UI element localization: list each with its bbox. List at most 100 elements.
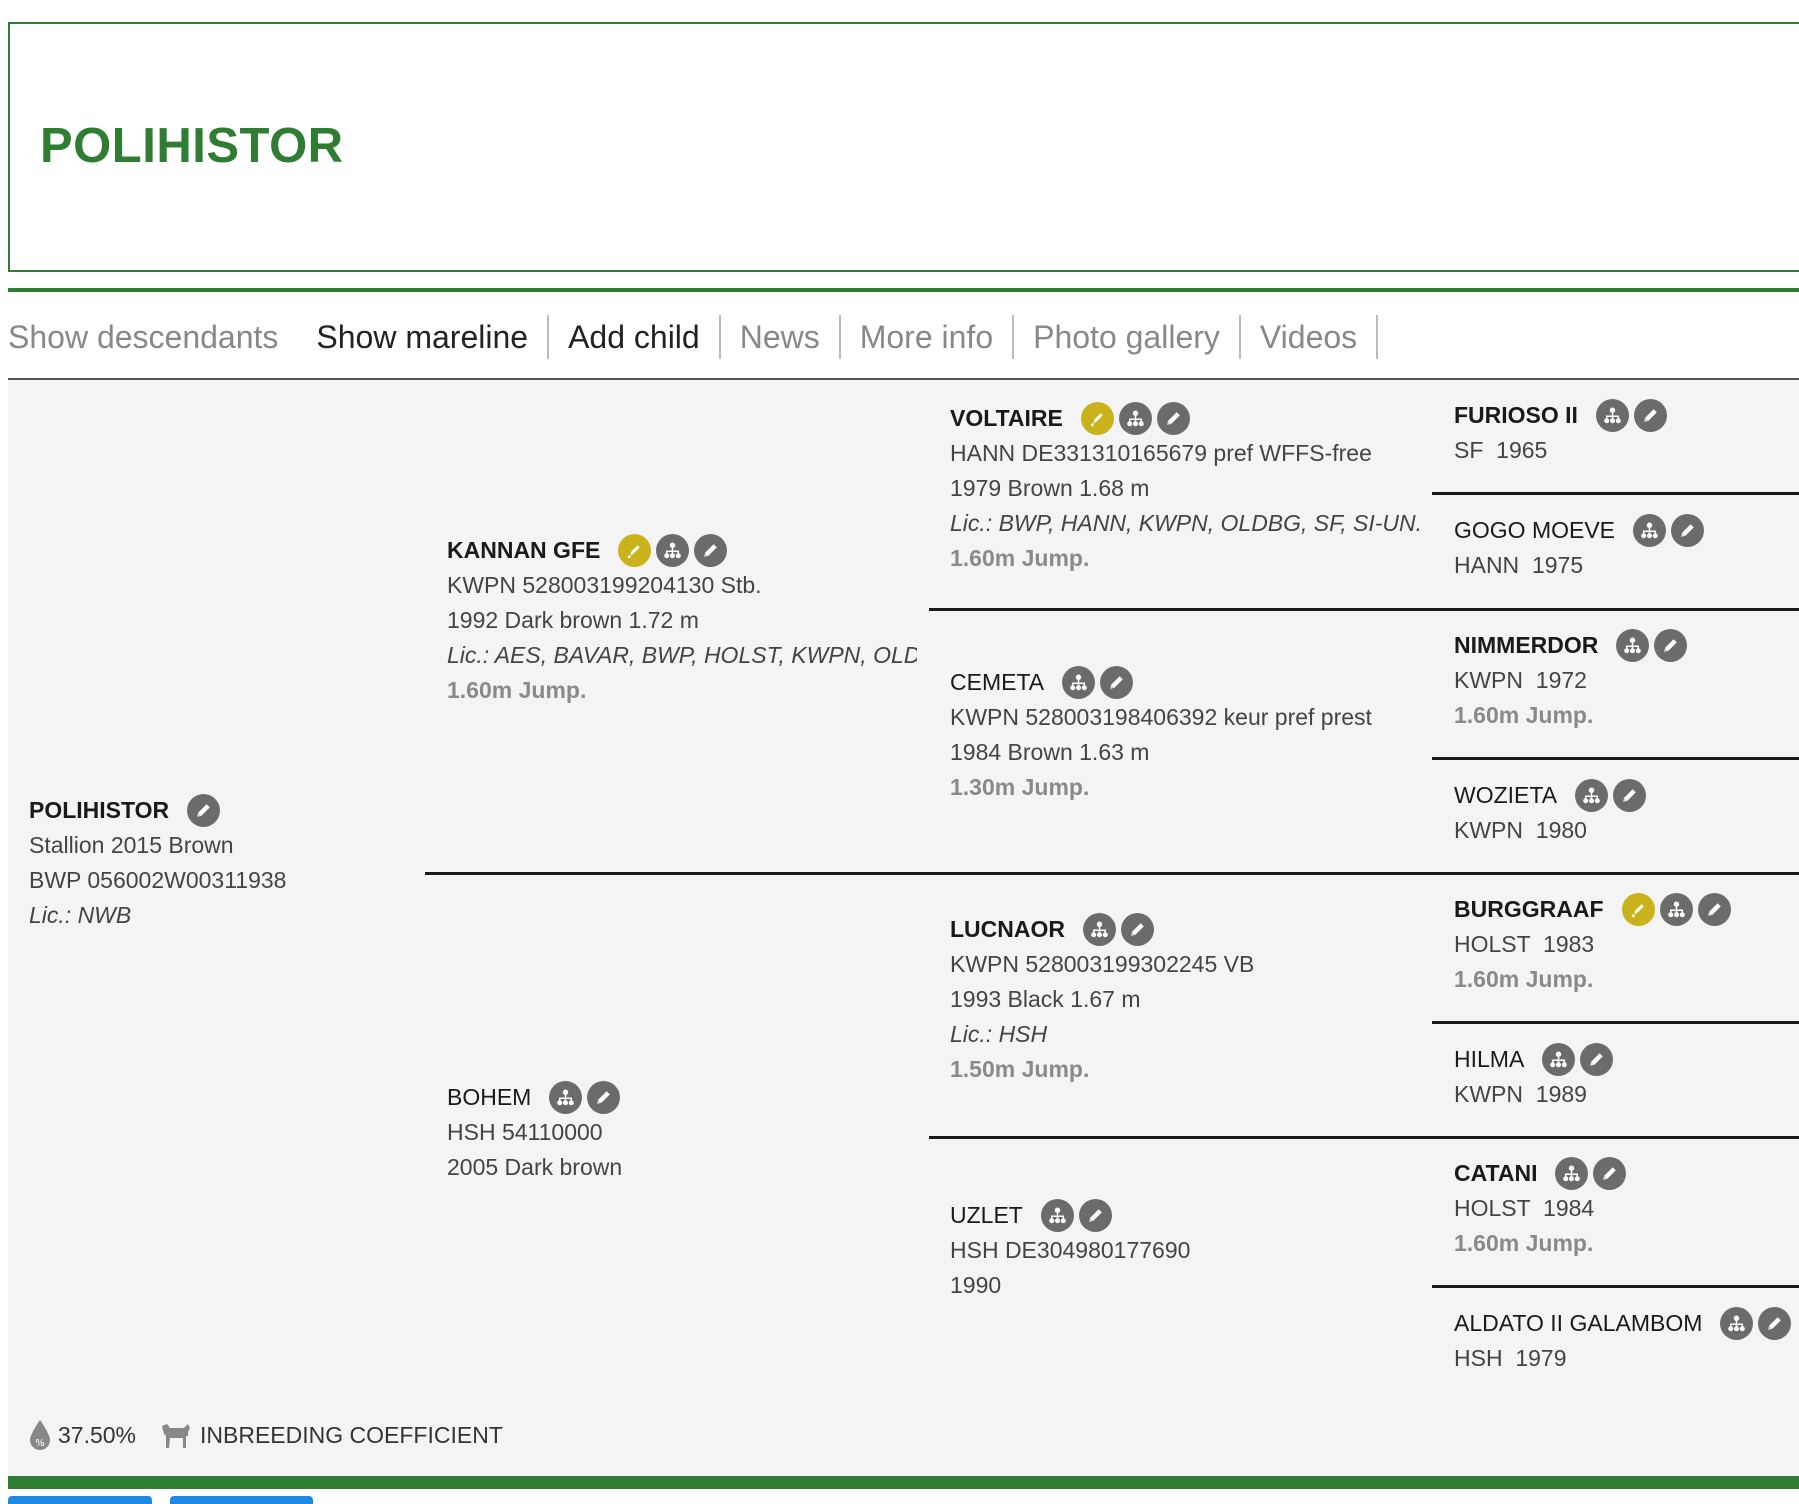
pencil-icon[interactable] <box>187 794 221 827</box>
pencil-icon[interactable] <box>1758 1307 1792 1340</box>
pencil-icon[interactable] <box>1613 779 1647 812</box>
horse-jump-level: 1.60m Jump. <box>1454 1230 1594 1256</box>
horse-name[interactable]: CATANI <box>1454 1156 1537 1191</box>
horse-card-sds: NIMMERDOR KWPN 1972 1.60m Jump. <box>1454 628 1794 733</box>
news-link[interactable]: News <box>721 315 841 359</box>
horse-registration: KWPN 528003199302245 VB <box>950 951 1255 977</box>
horse-details: 1990 <box>950 1272 1002 1298</box>
percentage-drop-icon: % <box>28 1418 52 1452</box>
photo-gallery-link[interactable]: Photo gallery <box>1014 315 1241 359</box>
horse-licences: Lic.: HSH <box>950 1021 1048 1047</box>
horse-name[interactable]: FURIOSO II <box>1454 398 1578 433</box>
horse-details: HANN 1975 <box>1454 552 1584 578</box>
horse-details: Stallion 2015 Brown <box>29 832 234 858</box>
pedigree-divider <box>1432 1285 1799 1288</box>
horse-jump-level: 1.60m Jump. <box>950 545 1090 571</box>
show-descendants-link[interactable]: Show descendants <box>8 315 297 359</box>
add-child-link[interactable]: Add child <box>549 315 721 359</box>
pedigree-divider <box>929 1136 1799 1139</box>
pencil-icon[interactable] <box>1100 666 1134 699</box>
header-divider <box>8 288 1799 292</box>
pedigree-divider <box>425 872 1799 875</box>
action-nav: Show descendants Show mareline Add child… <box>8 312 1379 362</box>
horse-name[interactable]: GOGO MOEVE <box>1454 513 1615 548</box>
horse-name[interactable]: BOHEM <box>447 1080 531 1115</box>
family-tree-icon[interactable] <box>1062 666 1096 699</box>
horse-card-sire-dam: CEMETA KWPN 528003198406392 keur pref pr… <box>950 665 1420 805</box>
horse-registration: KWPN 528003198406392 keur pref prest <box>950 704 1372 730</box>
pencil-icon[interactable] <box>1078 1199 1112 1232</box>
horse-registration: HSH 54110000 <box>447 1119 603 1145</box>
horse-name[interactable]: CEMETA <box>950 665 1044 700</box>
horse-name[interactable]: POLIHISTOR <box>29 793 169 828</box>
licence-pen-icon[interactable] <box>1621 893 1655 926</box>
pedigree-divider <box>1432 1021 1799 1024</box>
family-tree-icon[interactable] <box>1633 514 1667 547</box>
family-tree-icon[interactable] <box>1595 399 1629 432</box>
pencil-icon[interactable] <box>694 534 728 567</box>
horse-registration: KWPN 528003199204130 Stb. <box>447 572 762 598</box>
page-title: POLIHISTOR <box>40 119 344 173</box>
horse-card-sdd: WOZIETA KWPN 1980 <box>1454 778 1794 848</box>
footer-button[interactable] <box>170 1496 313 1504</box>
horse-card-dds: CATANI HOLST 1984 1.60m Jump. <box>1454 1156 1794 1261</box>
videos-link[interactable]: Videos <box>1241 315 1379 359</box>
horse-name[interactable]: HILMA <box>1454 1042 1524 1077</box>
family-tree-icon[interactable] <box>656 534 690 567</box>
horse-registration: HSH DE304980177690 <box>950 1237 1191 1263</box>
pencil-icon[interactable] <box>1121 913 1154 946</box>
horse-name[interactable]: UZLET <box>950 1198 1023 1233</box>
horse-card-dam-sire: LUCNAOR KWPN 528003199302245 VB 1993 Bla… <box>950 912 1420 1087</box>
more-info-link[interactable]: More info <box>841 315 1015 359</box>
horse-card-dsd: HILMA KWPN 1989 <box>1454 1042 1794 1112</box>
horse-details: SF 1965 <box>1454 437 1548 463</box>
family-tree-icon[interactable] <box>1083 913 1116 946</box>
horse-name[interactable]: NIMMERDOR <box>1454 628 1598 663</box>
inbreeding-percentage: 37.50% <box>58 1421 137 1448</box>
family-tree-icon[interactable] <box>1659 893 1693 926</box>
licence-pen-icon[interactable] <box>1080 402 1114 435</box>
horse-name[interactable]: ALDATO II GALAMBOM <box>1454 1306 1702 1341</box>
pencil-icon[interactable] <box>1156 402 1190 435</box>
inbreeding-info: % 37.50% INBREEDING COEFFICIENT <box>28 1418 503 1452</box>
footer-button[interactable] <box>8 1496 152 1504</box>
horse-name[interactable]: WOZIETA <box>1454 778 1557 813</box>
licence-pen-icon[interactable] <box>618 534 652 567</box>
horse-jump-level: 1.60m Jump. <box>1454 966 1594 992</box>
family-tree-icon[interactable] <box>1542 1043 1576 1076</box>
family-tree-icon[interactable] <box>549 1081 583 1114</box>
pedigree-divider <box>1432 757 1799 760</box>
family-tree-icon[interactable] <box>1720 1307 1754 1340</box>
family-tree-icon[interactable] <box>1555 1157 1589 1190</box>
horse-jump-level: 1.60m Jump. <box>1454 702 1594 728</box>
inbreeding-label[interactable]: INBREEDING COEFFICIENT <box>200 1422 503 1449</box>
family-tree-icon[interactable] <box>1616 629 1650 662</box>
horse-name[interactable]: VOLTAIRE <box>950 401 1063 436</box>
pencil-icon[interactable] <box>587 1081 621 1114</box>
family-tree-icon[interactable] <box>1118 402 1152 435</box>
horse-name[interactable]: KANNAN GFE <box>447 533 600 568</box>
horse-name[interactable]: LUCNAOR <box>950 912 1065 947</box>
horse-details: KWPN 1989 <box>1454 1081 1587 1107</box>
horse-details: 1984 Brown 1.63 m <box>950 739 1150 765</box>
horse-name[interactable]: BURGGRAAF <box>1454 892 1604 927</box>
show-mareline-link[interactable]: Show mareline <box>297 315 550 359</box>
horse-jump-level: 1.60m Jump. <box>447 677 587 703</box>
pencil-icon[interactable] <box>1671 514 1705 547</box>
horse-details: HOLST 1983 <box>1454 931 1595 957</box>
horse-card-subject: POLIHISTOR Stallion 2015 Brown BWP 05600… <box>29 793 409 933</box>
family-tree-icon[interactable] <box>1575 779 1609 812</box>
pencil-icon[interactable] <box>1580 1043 1614 1076</box>
pencil-icon[interactable] <box>1593 1157 1627 1190</box>
horse-card-dam: BOHEM HSH 54110000 2005 Dark brown <box>447 1080 917 1185</box>
horse-licences: Lic.: NWB <box>29 902 132 928</box>
family-tree-icon[interactable] <box>1040 1199 1074 1232</box>
pencil-icon[interactable] <box>1633 399 1667 432</box>
horse-details: 1992 Dark brown 1.72 m <box>447 607 699 633</box>
horse-card-dss: BURGGRAAF HOLST 1983 1.60m Jump. <box>1454 892 1794 997</box>
horse-jump-level: 1.30m Jump. <box>950 774 1090 800</box>
pedigree-panel: POLIHISTOR Stallion 2015 Brown BWP 05600… <box>8 380 1799 1477</box>
horse-details: KWPN 1972 <box>1454 667 1587 693</box>
pencil-icon[interactable] <box>1654 629 1688 662</box>
pencil-icon[interactable] <box>1697 893 1731 926</box>
